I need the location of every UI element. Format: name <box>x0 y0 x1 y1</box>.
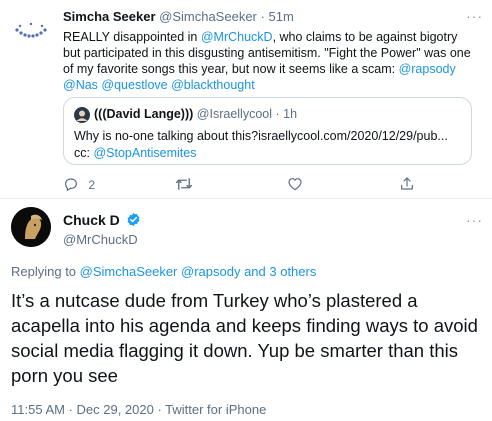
tweet2-text: It’s a nutcase dude from Turkey who’s pl… <box>11 290 478 386</box>
chuck-d-avatar[interactable] <box>11 207 51 247</box>
tweet2-author-handle[interactable]: @MrChuckD <box>63 232 138 247</box>
tweet1-text: REALLY disappointed in @MrChuckD, who cl… <box>63 29 473 93</box>
quoted-author-handle: @Israellycool <box>196 107 273 121</box>
reply-count: 2 <box>88 178 96 192</box>
replying-to-line: Replying to @SimchaSeeker @rapsody and 3… <box>11 264 316 279</box>
tweet1-author-handle[interactable]: @SimchaSeeker <box>159 9 257 24</box>
verified-badge-icon <box>127 212 140 227</box>
like-action[interactable] <box>287 176 303 192</box>
replying-to-mentions[interactable]: @SimchaSeeker @rapsody <box>80 264 241 279</box>
tweet1-header: Simcha Seeker @SimchaSeeker · 51m <box>63 9 294 24</box>
share-action[interactable] <box>399 176 415 192</box>
replying-to-others[interactable]: and 3 others <box>240 264 316 279</box>
heart-icon <box>288 178 302 191</box>
replying-to-prefix: Replying to <box>11 264 80 279</box>
quoted-tweet-text: Why is no-one talking about this?israell… <box>74 128 464 162</box>
reply-action[interactable]: 2 <box>63 176 95 192</box>
retweet-icon <box>175 178 193 190</box>
quoted-time: 1h <box>283 107 298 121</box>
tweet2-author-row: Chuck D <box>63 212 141 228</box>
mention-blackthought[interactable]: @blackthought <box>171 78 255 92</box>
tweet-divider <box>0 198 492 199</box>
quoted-tweet-header: (((David Lange))) @Israellycool · 1h <box>74 107 298 123</box>
tweet1-time[interactable]: 51m <box>268 9 293 24</box>
simcha-seeker-avatar[interactable] <box>11 8 51 48</box>
mention-nas[interactable]: @Nas <box>63 78 98 92</box>
quoted-author-name: (((David Lange))) <box>94 107 194 121</box>
share-icon <box>401 177 413 190</box>
retweet-action[interactable] <box>175 176 193 192</box>
quoted-avatar <box>74 107 90 126</box>
quoted-dot-separator: · <box>275 107 280 121</box>
reply-icon <box>65 178 77 191</box>
mention-rapsody[interactable]: @rapsody <box>399 62 456 76</box>
tweet1-more-icon[interactable]: ··· <box>466 8 483 24</box>
tweet1-dot-separator: · <box>260 9 265 24</box>
tweet2-meta[interactable]: 11:55 AM · Dec 29, 2020 · Twitter for iP… <box>11 402 266 417</box>
quoted-tweet-card[interactable]: (((David Lange))) @Israellycool · 1h Why… <box>63 97 472 165</box>
tweet1-text-part: REALLY disappointed in <box>63 30 201 44</box>
mention-stopantisemites[interactable]: @StopAntisemites <box>93 146 196 160</box>
tweet1-author-name[interactable]: Simcha Seeker <box>63 9 156 24</box>
tweet2-more-icon[interactable]: ··· <box>466 212 483 228</box>
mention-mrchuckd[interactable]: @MrChuckD <box>201 30 273 44</box>
mention-questlove[interactable]: @questlove <box>101 78 167 92</box>
tweet2-author-name[interactable]: Chuck D <box>63 212 120 228</box>
